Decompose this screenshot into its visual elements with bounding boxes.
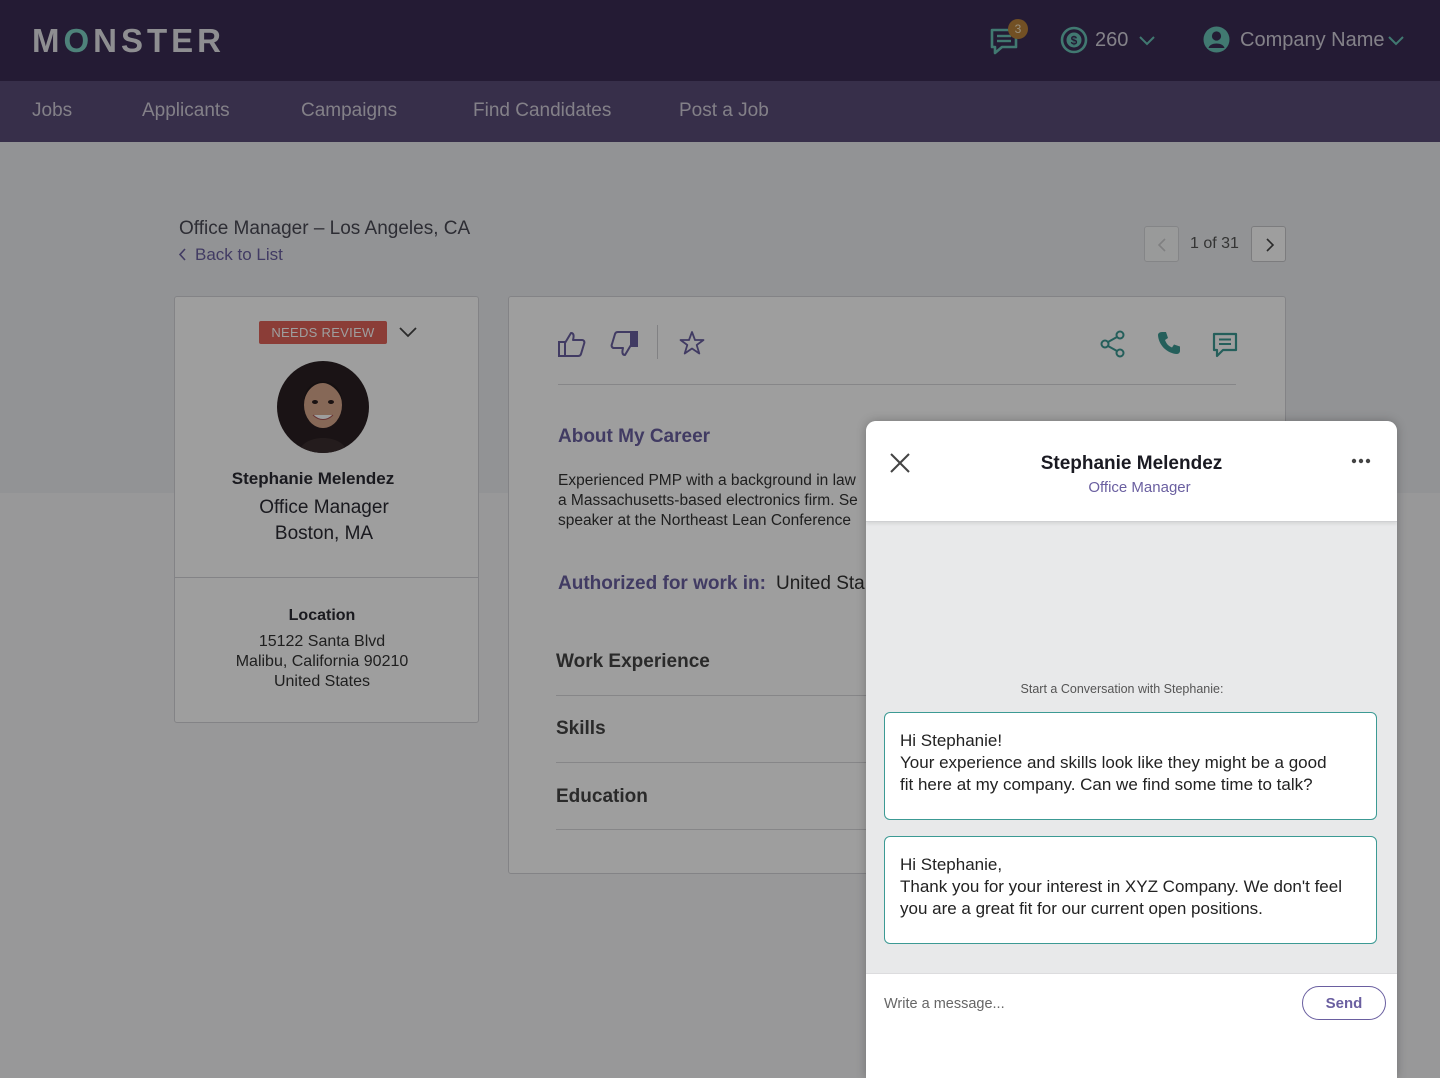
chat-contact-role: Office Manager <box>1088 479 1191 496</box>
suggested-message-line: fit here at my company. Can we find some… <box>900 775 1313 794</box>
chat-contact-name: Stephanie Melendez <box>1040 453 1223 474</box>
suggested-message-line: you are a great fit for our current open… <box>900 899 1263 918</box>
message-input[interactable] <box>884 991 1284 1017</box>
suggested-message-line: Thank you for your interest in XYZ Compa… <box>900 877 1342 896</box>
chat-panel: Stephanie Melendez Office Manager Start … <box>866 421 1397 1078</box>
suggested-message-line: Hi Stephanie! <box>900 731 1003 750</box>
suggested-message-line: Hi Stephanie, <box>900 855 1003 874</box>
conversation-hint: Start a Conversation with Stephanie: <box>1020 682 1224 696</box>
suggested-message[interactable]: Hi Stephanie! Your experience and skills… <box>884 712 1377 820</box>
suggested-message-line: Your experience and skills look like the… <box>900 753 1327 772</box>
suggested-message[interactable]: Hi Stephanie, Thank you for your interes… <box>884 836 1377 944</box>
chat-composer: Send <box>866 973 1397 1078</box>
more-icon[interactable] <box>1350 457 1372 465</box>
send-button[interactable]: Send <box>1302 986 1386 1020</box>
chat-header: Stephanie Melendez Office Manager <box>866 421 1397 522</box>
